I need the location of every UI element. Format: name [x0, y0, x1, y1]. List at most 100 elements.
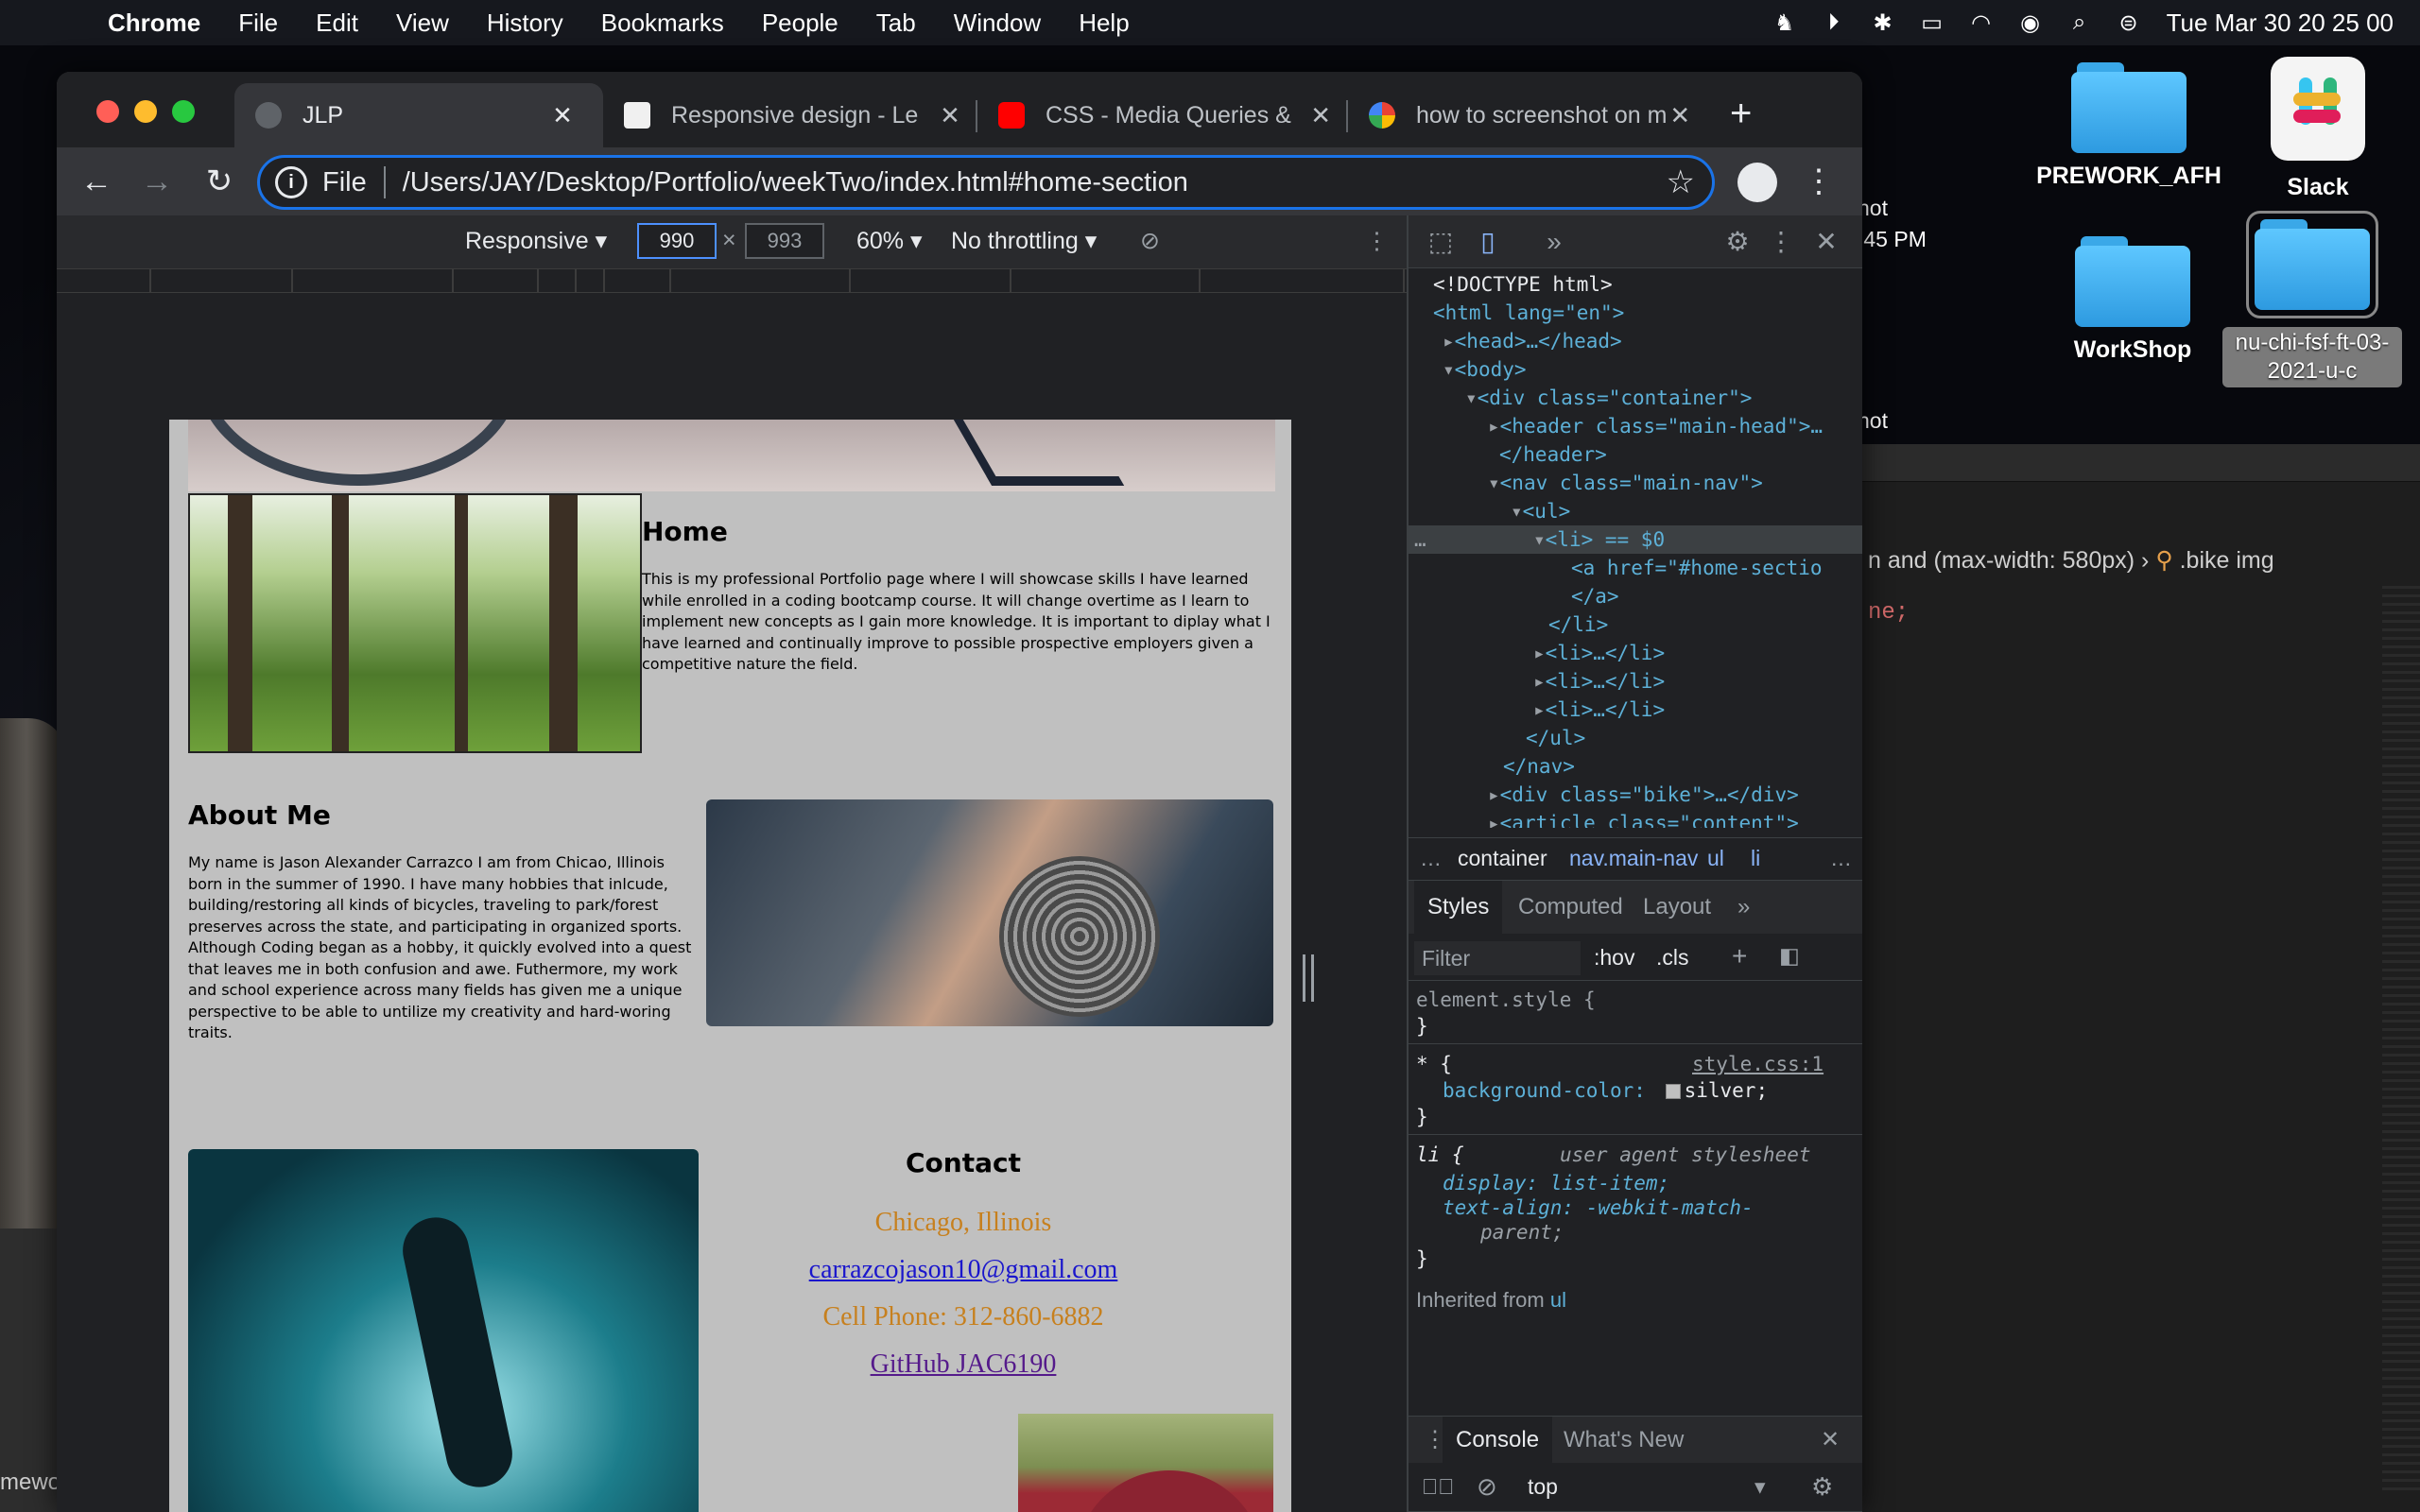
url-text[interactable]: /Users/JAY/Desktop/Portfolio/weekTwo/ind…: [403, 167, 1188, 198]
zoom-window-button[interactable]: [172, 100, 195, 123]
breadcrumb-li[interactable]: li: [1751, 846, 1760, 871]
menu-edit[interactable]: Edit: [316, 9, 358, 38]
more-options-icon[interactable]: ⋮: [1365, 227, 1389, 255]
profile-avatar[interactable]: [1737, 163, 1777, 202]
menu-window[interactable]: Window: [954, 9, 1041, 38]
node-menu-icon[interactable]: …: [1414, 525, 1426, 554]
menu-tab[interactable]: Tab: [876, 9, 916, 38]
new-tab-button[interactable]: +: [1730, 93, 1752, 135]
dom-node[interactable]: ▾<ul>: [1511, 497, 1570, 525]
dom-node[interactable]: ▸<li>…</li>: [1533, 667, 1665, 696]
menu-help[interactable]: Help: [1079, 9, 1129, 38]
tab-console[interactable]: Console: [1443, 1417, 1553, 1464]
styles-filter-input[interactable]: Filter: [1414, 941, 1581, 975]
display-declaration[interactable]: display: list-item;: [1443, 1170, 1669, 1196]
desktop-folder-prework[interactable]: PREWORK_AFH: [2025, 62, 2233, 190]
battery-icon[interactable]: ▭: [1911, 0, 1953, 45]
contact-github-link[interactable]: GitHub JAC6190: [755, 1349, 1171, 1380]
style-source-link[interactable]: style.css:1: [1692, 1051, 1824, 1077]
expand-arrow-icon[interactable]: ▸: [1443, 330, 1455, 352]
ruler-segment[interactable]: [57, 269, 151, 294]
expand-arrow-icon[interactable]: ▸: [1488, 783, 1500, 806]
breadcrumb-overflow-icon[interactable]: …: [1420, 846, 1442, 871]
viewport-resize-handle-right[interactable]: [1303, 954, 1314, 1002]
close-icon[interactable]: ✕: [1667, 101, 1694, 130]
ruler-segment[interactable]: [293, 269, 454, 294]
expand-arrow-icon[interactable]: ▸: [1533, 642, 1546, 664]
back-icon[interactable]: ←: [76, 161, 117, 202]
ruler-segment[interactable]: [1011, 269, 1201, 294]
inherited-from-link[interactable]: ul: [1550, 1288, 1566, 1312]
color-swatch-icon[interactable]: [1665, 1084, 1681, 1099]
collapse-arrow-icon[interactable]: ▾: [1465, 387, 1478, 409]
dropdown-arrow-icon[interactable]: ▾: [1754, 1474, 1766, 1500]
device-mode-select[interactable]: Responsive ▾: [465, 227, 607, 255]
bookmark-star-icon[interactable]: ☆: [1667, 163, 1695, 201]
dom-node[interactable]: </header>: [1499, 440, 1607, 469]
forward-icon[interactable]: →: [136, 161, 178, 202]
tab-responsive-design[interactable]: Responsive design - Le ✕: [603, 83, 977, 147]
tab-computed[interactable]: Computed: [1505, 881, 1636, 934]
more-panels-icon[interactable]: »: [1724, 881, 1763, 934]
dom-node[interactable]: <a href="#home-sectio: [1571, 554, 1823, 582]
expand-arrow-icon[interactable]: ▸: [1488, 415, 1500, 438]
ruler-segment[interactable]: [577, 269, 605, 294]
device-toggle-icon[interactable]: ▯: [1471, 225, 1505, 259]
menu-bookmarks[interactable]: Bookmarks: [601, 9, 724, 38]
toggle-sidebar-icon[interactable]: ◧: [1779, 943, 1800, 969]
inspect-element-icon[interactable]: ⬚: [1424, 225, 1458, 259]
tab-styles[interactable]: Styles: [1414, 881, 1503, 934]
menu-history[interactable]: History: [487, 9, 563, 38]
menu-app-name[interactable]: Chrome: [108, 9, 200, 38]
chrome-menu-icon[interactable]: ⋮: [1798, 161, 1840, 202]
throttling-select[interactable]: No throttling ▾: [951, 227, 1097, 255]
console-prompt-icon[interactable]: ›: [1426, 1503, 1433, 1512]
dom-node[interactable]: ▸<li>…</li>: [1533, 639, 1665, 667]
ruler-segment[interactable]: [605, 269, 671, 294]
dom-node[interactable]: </li>: [1548, 610, 1608, 639]
tab-css-media-queries[interactable]: CSS - Media Queries & ✕: [977, 83, 1348, 147]
reload-icon[interactable]: ↻: [199, 161, 240, 202]
ruler-segment[interactable]: [1201, 269, 1405, 294]
desktop-folder-selected[interactable]: nu-chi-fsf-ft-03-2021-u-c: [2208, 211, 2416, 387]
info-icon[interactable]: i: [275, 166, 307, 198]
breadcrumb-container[interactable]: container: [1458, 846, 1547, 871]
dom-node[interactable]: </a>: [1571, 582, 1619, 610]
ruler-segment[interactable]: [151, 269, 293, 294]
ruler-segment[interactable]: [454, 269, 539, 294]
ruler-segment[interactable]: [851, 269, 1011, 294]
settings-gear-icon[interactable]: ⚙: [1720, 225, 1754, 259]
tab-jlp[interactable]: JLP ✕: [234, 83, 603, 147]
dom-node-selected[interactable]: … ▾<li> == $0: [1409, 525, 1862, 554]
add-rule-icon[interactable]: +: [1732, 941, 1747, 971]
breadcrumb-nav[interactable]: nav.main-nav: [1569, 846, 1698, 871]
tab-whats-new[interactable]: What's New: [1550, 1417, 1697, 1464]
search-icon[interactable]: ⌕: [2059, 0, 2100, 45]
clear-console-icon[interactable]: ⊘: [1477, 1472, 1497, 1502]
dom-node[interactable]: ▸<li>…</li>: [1533, 696, 1665, 724]
ruler-segment[interactable]: [539, 269, 577, 294]
ruler-segment[interactable]: [671, 269, 851, 294]
desktop-folder-workshop[interactable]: WorkShop: [2029, 236, 2237, 364]
dom-node[interactable]: ▸<header class="main-head">…: [1488, 412, 1823, 440]
collapse-arrow-icon[interactable]: ▾: [1511, 500, 1523, 523]
universal-rule-selector[interactable]: * {: [1416, 1051, 1452, 1077]
zoom-select[interactable]: 60% ▾: [856, 227, 923, 255]
address-bar[interactable]: i File /Users/JAY/Desktop/Portfolio/week…: [257, 155, 1715, 210]
expand-arrow-icon[interactable]: ▸: [1533, 670, 1546, 693]
tab-layout[interactable]: Layout: [1630, 881, 1724, 934]
viewport-height-input[interactable]: 993: [745, 223, 824, 259]
background-color-declaration[interactable]: background-color: silver;: [1443, 1077, 1768, 1104]
cls-toggle[interactable]: .cls: [1656, 945, 1689, 971]
text-align-declaration[interactable]: text-align: -webkit-match-: [1443, 1194, 1754, 1221]
devtools-menu-icon[interactable]: ⋮: [1764, 225, 1798, 259]
close-devtools-icon[interactable]: ✕: [1809, 225, 1843, 259]
dom-node[interactable]: ▾<body>: [1443, 355, 1527, 384]
close-window-button[interactable]: [96, 100, 119, 123]
element-style-rule[interactable]: element.style {: [1416, 987, 1596, 1013]
console-context-select[interactable]: top: [1528, 1474, 1558, 1500]
menubar-clock[interactable]: Tue Mar 30 20 25 00: [2167, 9, 2394, 38]
dom-node[interactable]: ▾<div class="container">: [1465, 384, 1752, 412]
console-sidebar-icon[interactable]: ▸⃞: [1422, 1474, 1455, 1500]
close-drawer-icon[interactable]: ✕: [1807, 1417, 1853, 1464]
